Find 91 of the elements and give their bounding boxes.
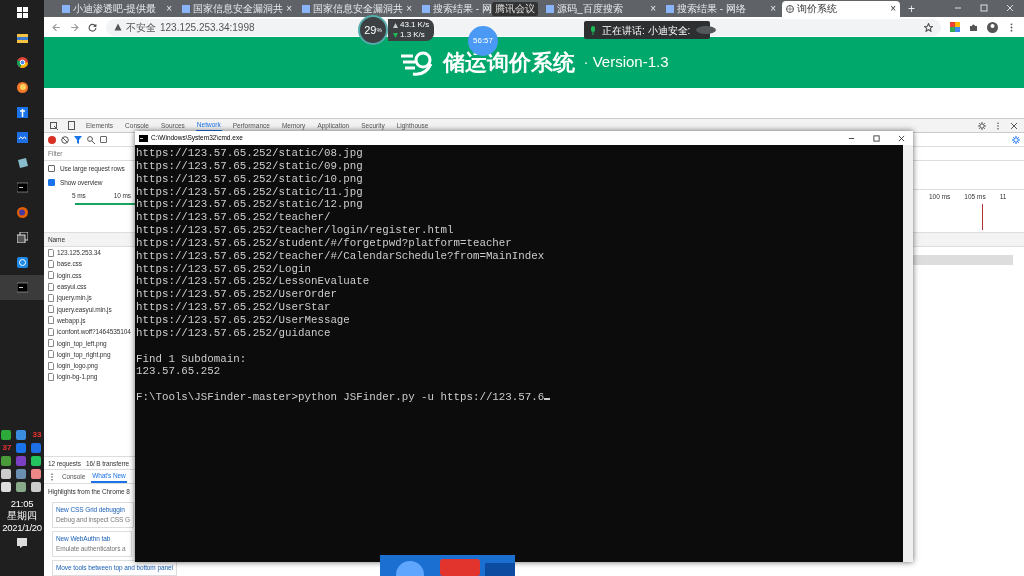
folder-icon[interactable] <box>16 32 28 43</box>
output-line: https://123.57.65.252/Login <box>136 262 312 276</box>
version-label: · Version-1.3 <box>583 52 669 73</box>
meeting-icon[interactable] <box>16 132 28 143</box>
inspect-icon[interactable] <box>50 121 58 130</box>
favicon-icon <box>182 5 190 13</box>
profile-icon[interactable] <box>987 21 998 33</box>
settings-icon[interactable] <box>1012 135 1020 144</box>
cursor-icon <box>544 398 551 401</box>
output-line: https://123.57.65.252/LessonEvaluate <box>136 275 371 289</box>
output-line: https://123.57.65.252/student/#/forgetpwd?platform=teacher <box>136 236 513 250</box>
close-icon[interactable]: × <box>650 3 656 15</box>
output-line: https://123.57.65.252/guidance <box>136 326 332 340</box>
output-line: https://123.57.65.252/UserMessage <box>136 313 351 327</box>
clock-weekday[interactable]: 星期四 <box>2 510 42 522</box>
browser-tab[interactable]: 源码_百度搜索 × <box>542 1 660 17</box>
output-line: https://123.57.65.252/static/11.jpg <box>136 185 364 199</box>
search-icon[interactable] <box>87 135 95 144</box>
new-tab-button[interactable]: + <box>902 0 921 18</box>
timing-marker <box>982 204 983 230</box>
clock-date[interactable]: 2021/1/20 <box>2 522 42 534</box>
checkbox[interactable] <box>100 136 107 143</box>
notification-icon[interactable] <box>17 538 27 548</box>
output-line: https://123.57.65.252/teacher/#/CalendarSchedule?from=MainIndex <box>136 249 546 263</box>
microphone-icon <box>590 25 596 35</box>
output-line: https://123.57.65.252/teacher/login/register.html <box>136 224 455 237</box>
output-line: Find 1 Subdomain: <box>136 352 248 366</box>
console-icon[interactable] <box>16 182 28 193</box>
forward-icon[interactable] <box>70 22 79 32</box>
output-line: https://123.57.65.252/static/12.png <box>136 198 364 212</box>
favicon-icon <box>62 5 70 13</box>
favicon-icon <box>422 5 430 13</box>
warning-icon <box>114 23 122 31</box>
maximize-icon[interactable] <box>873 134 880 142</box>
checkbox[interactable] <box>48 164 55 172</box>
client-icon[interactable] <box>16 257 28 268</box>
reload-icon[interactable] <box>88 22 97 32</box>
meeting-label: 腾讯会议 <box>492 1 538 16</box>
notes-icon[interactable] <box>16 157 28 168</box>
upload-arrow-icon <box>393 22 398 28</box>
close-icon[interactable]: × <box>890 3 896 15</box>
close-icon[interactable] <box>898 134 905 142</box>
scrollbar[interactable] <box>903 145 913 562</box>
checkbox[interactable] <box>48 178 55 186</box>
windows-stack-icon[interactable] <box>16 232 28 243</box>
record-icon[interactable] <box>48 135 56 144</box>
upload-unit: K/s <box>417 20 430 30</box>
output-line: https://123.57.65.252/static/08.jpg <box>136 147 364 160</box>
browser-tab[interactable]: 询价系统 × <box>782 1 900 17</box>
speaking-text: 正在讲话: 小迪安全: <box>602 23 691 38</box>
output-line: https://123.57.65.252/static/10.png <box>136 172 364 186</box>
output-line: 123.57.65.252 <box>136 365 222 379</box>
close-icon[interactable] <box>1010 121 1018 130</box>
close-icon[interactable]: × <box>770 3 776 15</box>
favicon-icon <box>666 5 674 13</box>
firefox-icon[interactable] <box>16 207 28 218</box>
close-icon[interactable]: × <box>166 3 172 15</box>
browser-tab[interactable]: 搜索结果 - 网络 × <box>662 1 780 17</box>
star-icon[interactable] <box>924 22 933 32</box>
security-label: 不安全 <box>126 20 156 35</box>
tray-count-label: 37 <box>1 443 13 453</box>
clear-icon[interactable] <box>61 135 69 144</box>
tray-count-label: 33 <box>31 430 43 440</box>
browser-tab[interactable]: 小迪渗透吧-提供最 × <box>58 1 176 17</box>
close-icon[interactable]: × <box>286 3 292 15</box>
url-text: 123.125.253.34:1998 <box>160 20 255 35</box>
output-line: https://123.57.65.252/UserStar <box>136 301 332 314</box>
clock-time[interactable]: 21:05 <box>2 498 42 510</box>
favicon-icon <box>302 5 310 13</box>
console-icon <box>139 134 148 142</box>
favicon-icon <box>546 5 554 13</box>
cpu-value: 29 <box>364 22 377 38</box>
filter-icon[interactable] <box>74 135 82 144</box>
windows-logo-icon[interactable] <box>16 7 28 18</box>
browser-tab[interactable]: 国家信息安全漏洞共 × <box>298 1 416 17</box>
pin-icon[interactable] <box>16 107 28 118</box>
chrome-icon[interactable] <box>16 57 28 68</box>
console-icon[interactable] <box>16 282 28 293</box>
output-line: https://123.57.65.252/static/09.png <box>136 159 364 173</box>
download-arrow-icon <box>393 32 398 38</box>
command-line[interactable]: F:\Tools\JSFinder-master>python JSFinder.py -u https://123.57.6 <box>136 391 903 404</box>
output-line: https://123.57.65.252/UserOrder <box>136 288 338 302</box>
settings-icon[interactable] <box>978 121 986 130</box>
close-icon[interactable]: × <box>406 3 412 15</box>
upload-speed: 43.1 <box>400 20 416 30</box>
output-line: https://123.57.65.252/teacher/ <box>136 211 332 225</box>
device-icon[interactable] <box>68 121 75 130</box>
browser-tab[interactable]: 搜索结果 - 网 <box>418 1 490 17</box>
blurred-name-icon <box>696 26 717 34</box>
browser-tab[interactable]: 国家信息安全漏洞共 × <box>178 1 296 17</box>
back-icon[interactable] <box>52 22 61 32</box>
